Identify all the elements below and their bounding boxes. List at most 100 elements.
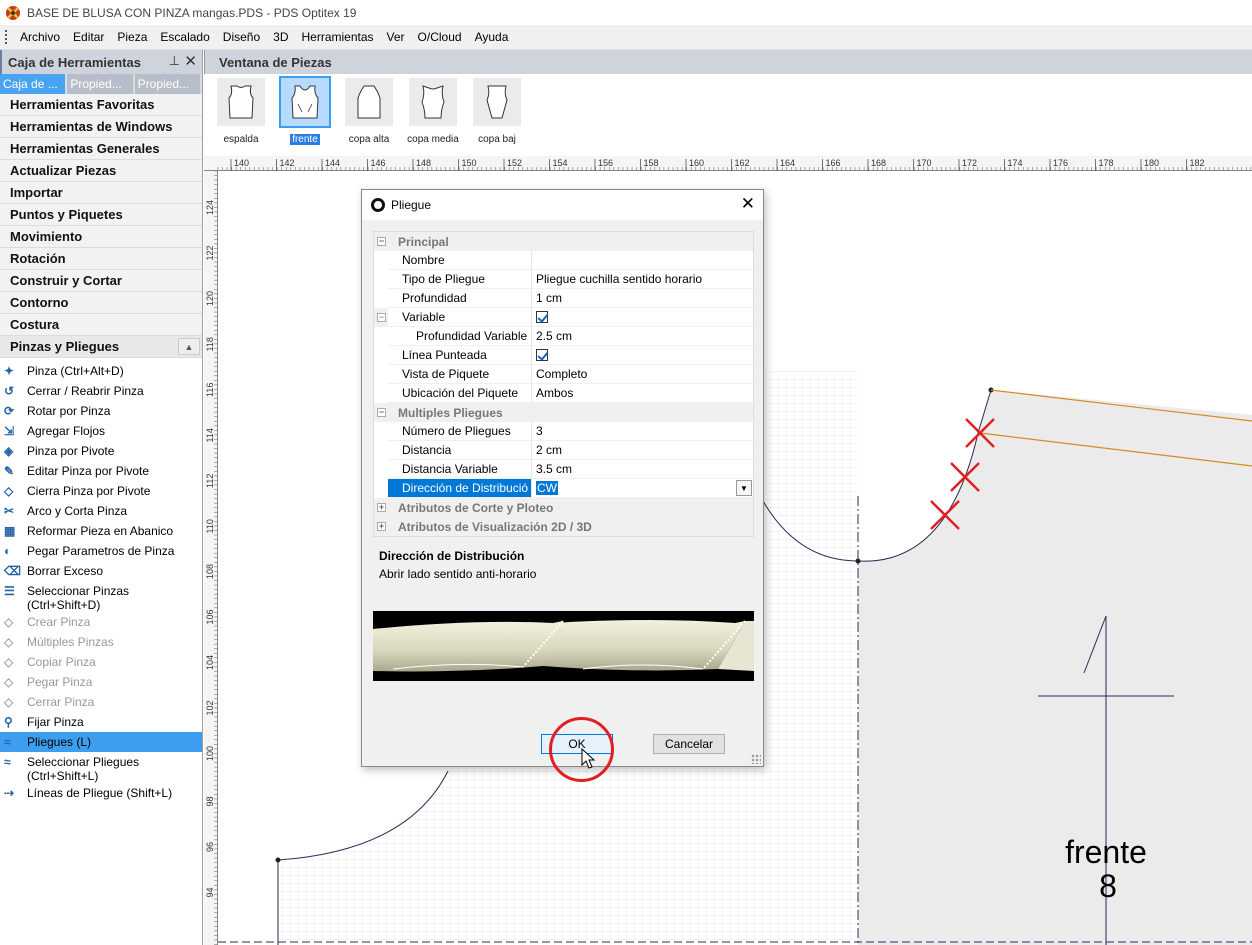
ubicacion-value[interactable]: Ambos	[531, 384, 753, 403]
tipo-value[interactable]: Pliegue cuchilla sentido horario	[531, 270, 753, 289]
nombre-value[interactable]	[531, 251, 753, 270]
tool-item[interactable]: ◇ Copiar Pinza	[0, 652, 202, 672]
prop-linea-punteada[interactable]: Línea Punteada	[374, 346, 753, 365]
section-visual[interactable]: + Atributos de Visualización 2D / 3D	[374, 517, 753, 536]
tool-item[interactable]: ⚲ Fijar Pinza	[0, 712, 202, 732]
tool-item[interactable]: ✂ Arco y Corta Pinza	[0, 501, 202, 521]
category-rotacion[interactable]: Rotación	[0, 248, 202, 270]
category-actualizar[interactable]: Actualizar Piezas	[0, 160, 202, 182]
tool-item[interactable]: ◇ Cierra Pinza por Pivote	[0, 481, 202, 501]
prop-direccion[interactable]: Dirección de Distribució CW ▼	[374, 479, 753, 498]
tab-properties-2[interactable]: Propied...	[134, 74, 200, 94]
expand-plus-icon[interactable]: +	[377, 503, 386, 512]
distvar-value[interactable]: 3.5 cm	[531, 460, 753, 479]
tool-item[interactable]: ⇢ Líneas de Pliegue (Shift+L)	[0, 783, 202, 803]
profvar-value[interactable]: 2.5 cm	[531, 327, 753, 346]
category-costura[interactable]: Costura	[0, 314, 202, 336]
numero-value[interactable]: 3	[531, 422, 753, 441]
prop-distancia-variable[interactable]: Distancia Variable 3.5 cm	[374, 460, 753, 479]
piece-copa-alta[interactable]: copa alta	[339, 78, 399, 145]
tool-item[interactable]: ◇ Crear Pinza	[0, 612, 202, 632]
tool-item[interactable]: ⟳ Rotar por Pinza	[0, 401, 202, 421]
resize-grip-icon[interactable]	[751, 754, 761, 764]
variable-checkbox[interactable]	[536, 311, 548, 323]
tool-item[interactable]: ⌫ Borrar Exceso	[0, 561, 202, 581]
tool-item[interactable]: ☰ Seleccionar Pinzas (Ctrl+Shift+D)	[0, 581, 202, 612]
prop-nombre[interactable]: Nombre	[374, 251, 753, 270]
menu-ver[interactable]: Ver	[382, 25, 413, 50]
prop-numero-pliegues[interactable]: Número de Pliegues 3	[374, 422, 753, 441]
tab-properties-1[interactable]: Propied...	[67, 74, 133, 94]
piece-copa-baj[interactable]: copa baj	[467, 78, 527, 145]
tab-toolbox[interactable]: Caja de ...	[0, 74, 66, 94]
tool-label: Seleccionar Pinzas (Ctrl+Shift+D)	[27, 584, 130, 612]
menu-archivo[interactable]: Archivo	[15, 25, 68, 50]
category-generales[interactable]: Herramientas Generales	[0, 138, 202, 160]
section-corte[interactable]: + Atributos de Corte y Ploteo	[374, 498, 753, 517]
tool-item[interactable]: ◇ Pegar Pinza	[0, 672, 202, 692]
category-importar[interactable]: Importar	[0, 182, 202, 204]
expand-plus-icon[interactable]: +	[377, 522, 386, 531]
category-construir[interactable]: Construir y Cortar	[0, 270, 202, 292]
ruler-label: 164	[780, 158, 795, 168]
collapse-minus-icon[interactable]: −	[377, 408, 386, 417]
ok-button[interactable]: OK	[541, 734, 613, 754]
section-multiples[interactable]: − Multiples Pliegues	[374, 403, 753, 422]
fan-icon: ▦	[4, 524, 16, 538]
tool-item[interactable]: ✦ Pinza (Ctrl+Alt+D)	[0, 361, 202, 381]
ruler-label: 146	[371, 158, 386, 168]
profundidad-value[interactable]: 1 cm	[531, 289, 753, 308]
tool-item[interactable]: ▦ Reformar Pieza en Abanico	[0, 521, 202, 541]
piece-copa-media[interactable]: copa media	[403, 78, 463, 145]
prop-tipo[interactable]: Tipo de Pliegue Pliegue cuchilla sentido…	[374, 270, 753, 289]
menu-escalado[interactable]: Escalado	[155, 25, 217, 50]
menu-ayuda[interactable]: Ayuda	[470, 25, 517, 50]
pin-icon[interactable]: ⊥	[169, 53, 180, 69]
tool-item[interactable]: ⇲ Agregar Flojos	[0, 421, 202, 441]
prop-profundidad-variable[interactable]: Profundidad Variable 2.5 cm	[374, 327, 753, 346]
category-puntos[interactable]: Puntos y Piquetes	[0, 204, 202, 226]
vista-value[interactable]: Completo	[531, 365, 753, 384]
tool-item[interactable]: ◇ Cerrar Pinza	[0, 692, 202, 712]
direccion-value[interactable]: CW	[536, 481, 558, 495]
collapse-minus-icon[interactable]: −	[377, 237, 386, 246]
tool-item[interactable]: ◇ Múltiples Pinzas	[0, 632, 202, 652]
prop-ubicacion-piquete[interactable]: Ubicación del Piquete Ambos	[374, 384, 753, 403]
piece-frente[interactable]: frente	[275, 76, 335, 145]
prop-profundidad[interactable]: Profundidad 1 cm	[374, 289, 753, 308]
menu-ocloud[interactable]: O/Cloud	[413, 25, 470, 50]
menu-pieza[interactable]: Pieza	[112, 25, 155, 50]
tool-item[interactable]: ≈ Pliegues (L)	[0, 732, 202, 752]
category-movimiento[interactable]: Movimiento	[0, 226, 202, 248]
tool-item[interactable]: ✎ Editar Pinza por Pivote	[0, 461, 202, 481]
collapse-minus-icon[interactable]: −	[377, 313, 386, 322]
dialog-close-icon[interactable]: ✕	[741, 195, 755, 213]
menu-herramientas[interactable]: Herramientas	[296, 25, 381, 50]
tool-item[interactable]: ↺ Cerrar / Reabrir Pinza	[0, 381, 202, 401]
menu-3d[interactable]: 3D	[268, 25, 296, 50]
category-favoritas[interactable]: Herramientas Favoritas	[0, 94, 202, 116]
category-windows[interactable]: Herramientas de Windows	[0, 116, 202, 138]
menu-editar[interactable]: Editar	[68, 25, 112, 50]
menu-grip-icon[interactable]	[5, 30, 9, 44]
menu-diseno[interactable]: Diseño	[218, 25, 268, 50]
section-principal[interactable]: − Principal	[374, 232, 753, 251]
prop-vista-piquete[interactable]: Vista de Piquete Completo	[374, 365, 753, 384]
piece-espalda[interactable]: espalda	[211, 78, 271, 145]
cancel-button[interactable]: Cancelar	[653, 734, 725, 754]
piece-label: copa alta	[348, 134, 390, 145]
tool-item[interactable]: ◈ Pinza por Pivote	[0, 441, 202, 461]
collapse-up-icon[interactable]: ▲	[178, 338, 200, 355]
tool-item[interactable]: ≈ Seleccionar Pliegues (Ctrl+Shift+L)	[0, 752, 202, 783]
distancia-value[interactable]: 2 cm	[531, 441, 753, 460]
close-icon[interactable]: ✕	[184, 52, 197, 70]
chevron-down-icon[interactable]: ▼	[736, 480, 752, 496]
category-contorno[interactable]: Contorno	[0, 292, 202, 314]
prop-distancia[interactable]: Distancia 2 cm	[374, 441, 753, 460]
pivot-dart-icon: ◈	[4, 444, 14, 458]
category-list: Herramientas Favoritas Herramientas de W…	[0, 94, 202, 358]
category-pinzas[interactable]: Pinzas y Pliegues ▲	[0, 336, 202, 358]
prop-variable[interactable]: − Variable	[374, 308, 753, 327]
tool-item[interactable]: ◐ Pegar Parametros de Pinza	[0, 541, 202, 561]
linea-checkbox[interactable]	[536, 349, 548, 361]
